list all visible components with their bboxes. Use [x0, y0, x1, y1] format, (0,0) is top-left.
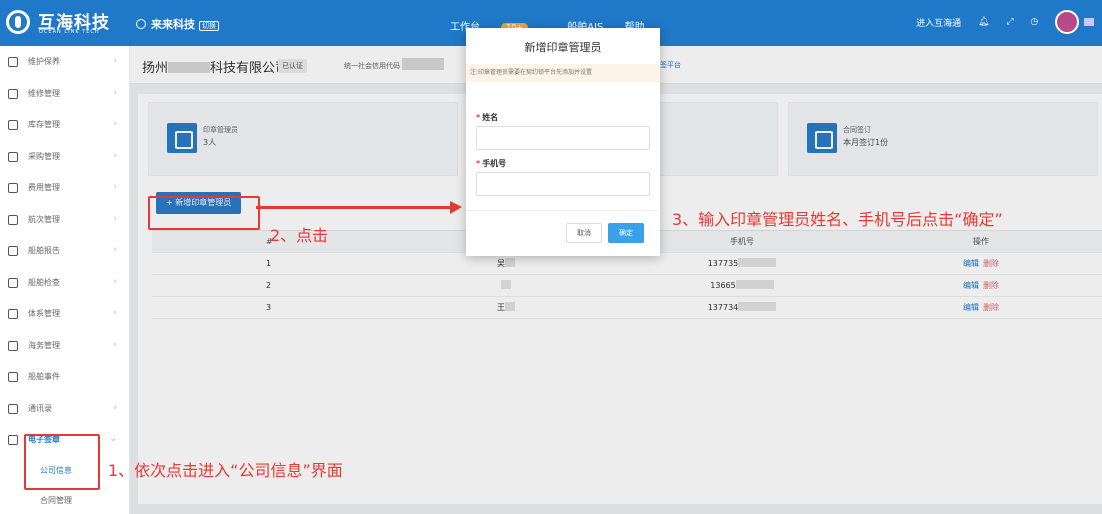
annotation-arrow: [256, 201, 462, 214]
enter-link[interactable]: 进入互海通: [916, 16, 961, 29]
sidebar-item-ship-inspection[interactable]: 船舶检查 ›: [0, 267, 129, 299]
annotation-box-menu: [24, 434, 100, 490]
chevron-right-icon: ›: [113, 402, 117, 413]
chevron-right-icon: ›: [113, 119, 117, 129]
annotation-step3: 3、输入印章管理员姓名、手机号后点击“确定”: [672, 210, 1003, 229]
phone-label: * 手机号: [476, 159, 507, 168]
clock-icon[interactable]: ◷: [1030, 17, 1038, 27]
sidebar-item-inventory[interactable]: 库存管理 ›: [0, 109, 129, 141]
chevron-right-icon: ›: [113, 56, 117, 66]
dialog-note: 注:印章管理员需要在契约锁平台先添加并设置: [466, 64, 660, 82]
sidebar-item-expense[interactable]: 费用管理 ›: [0, 172, 129, 204]
home-icon: [8, 120, 18, 130]
fullscreen-icon[interactable]: ⤢: [1006, 17, 1013, 27]
name-input[interactable]: [476, 126, 650, 150]
check-circle-icon: [8, 277, 18, 288]
sidebar-item-marine[interactable]: 海务管理 ›: [0, 330, 129, 362]
report-icon: [8, 246, 18, 256]
tool-icon: [8, 88, 18, 99]
chevron-down-icon: ⌄: [109, 434, 117, 444]
wrench-icon: [8, 57, 18, 67]
contacts-icon: [8, 403, 18, 414]
chevron-right-icon: ›: [113, 213, 117, 224]
chevron-right-icon: ›: [113, 150, 117, 161]
org-switch-tag[interactable]: 切换: [199, 21, 219, 31]
cart-icon: [8, 151, 18, 162]
sidebar-item-ship-event[interactable]: 船舶事件: [0, 361, 129, 393]
sidebar-item-purchase[interactable]: 采购管理 ›: [0, 141, 129, 173]
sidebar-item-contacts[interactable]: 通讯录 ›: [0, 393, 129, 425]
dialog-title: 新增印章管理员: [524, 41, 602, 54]
sidebar-item-ship-report[interactable]: 船舶报告 ›: [0, 235, 129, 267]
annotation-step1: 1、依次点击进入“公司信息”界面: [108, 461, 343, 480]
chevron-right-icon: ›: [113, 182, 117, 192]
logo-subtitle: OCEAN LINK TECH: [39, 29, 100, 35]
avatar[interactable]: [1055, 10, 1080, 34]
dialog-footer: 取消 确定: [466, 210, 660, 256]
sidebar-item-repair[interactable]: 维修管理 ›: [0, 78, 129, 110]
logo-icon: [6, 10, 30, 34]
chevron-right-icon: ›: [113, 339, 117, 350]
confirm-button[interactable]: 确定: [608, 223, 644, 243]
sidebar-item-maintenance[interactable]: 维护保养 ›: [0, 46, 129, 78]
user-menu-icon[interactable]: [1084, 18, 1094, 26]
document-icon: [8, 309, 18, 319]
annotation-box-add: [148, 196, 260, 230]
sidebar-item-voyage[interactable]: 航次管理 ›: [0, 204, 129, 236]
sidebar-item-system[interactable]: 体系管理 ›: [0, 298, 129, 330]
phone-input[interactable]: [476, 172, 650, 196]
chevron-right-icon: ›: [113, 245, 117, 255]
org-icon: [136, 19, 146, 29]
chevron-right-icon: ›: [113, 308, 117, 318]
annotation-step2: 2、点击: [270, 226, 329, 245]
database-icon: [8, 183, 18, 193]
globe-icon: [8, 214, 18, 225]
add-seal-admin-dialog: 新增印章管理员 注:印章管理员需要在契约锁平台先添加并设置 * 姓名 * 手机号 取…: [466, 28, 660, 256]
chevron-right-icon: ›: [113, 276, 117, 287]
seal-icon: [8, 435, 18, 445]
org-switcher[interactable]: 来来科技 切换: [136, 16, 219, 32]
company-logo: 互海科技 OCEAN LINK TECH: [6, 6, 122, 40]
top-right-tools: 进入互海通 🔔︎ ⤢ ◷: [902, 10, 1094, 36]
cancel-button[interactable]: 取消: [566, 223, 602, 243]
name-label: * 姓名: [476, 113, 499, 122]
org-name: 来来科技: [151, 18, 195, 31]
warning-icon: [8, 372, 18, 382]
bell-icon[interactable]: 🔔︎: [978, 17, 989, 27]
chevron-right-icon: ›: [113, 87, 117, 98]
anchor-icon: [8, 340, 18, 351]
